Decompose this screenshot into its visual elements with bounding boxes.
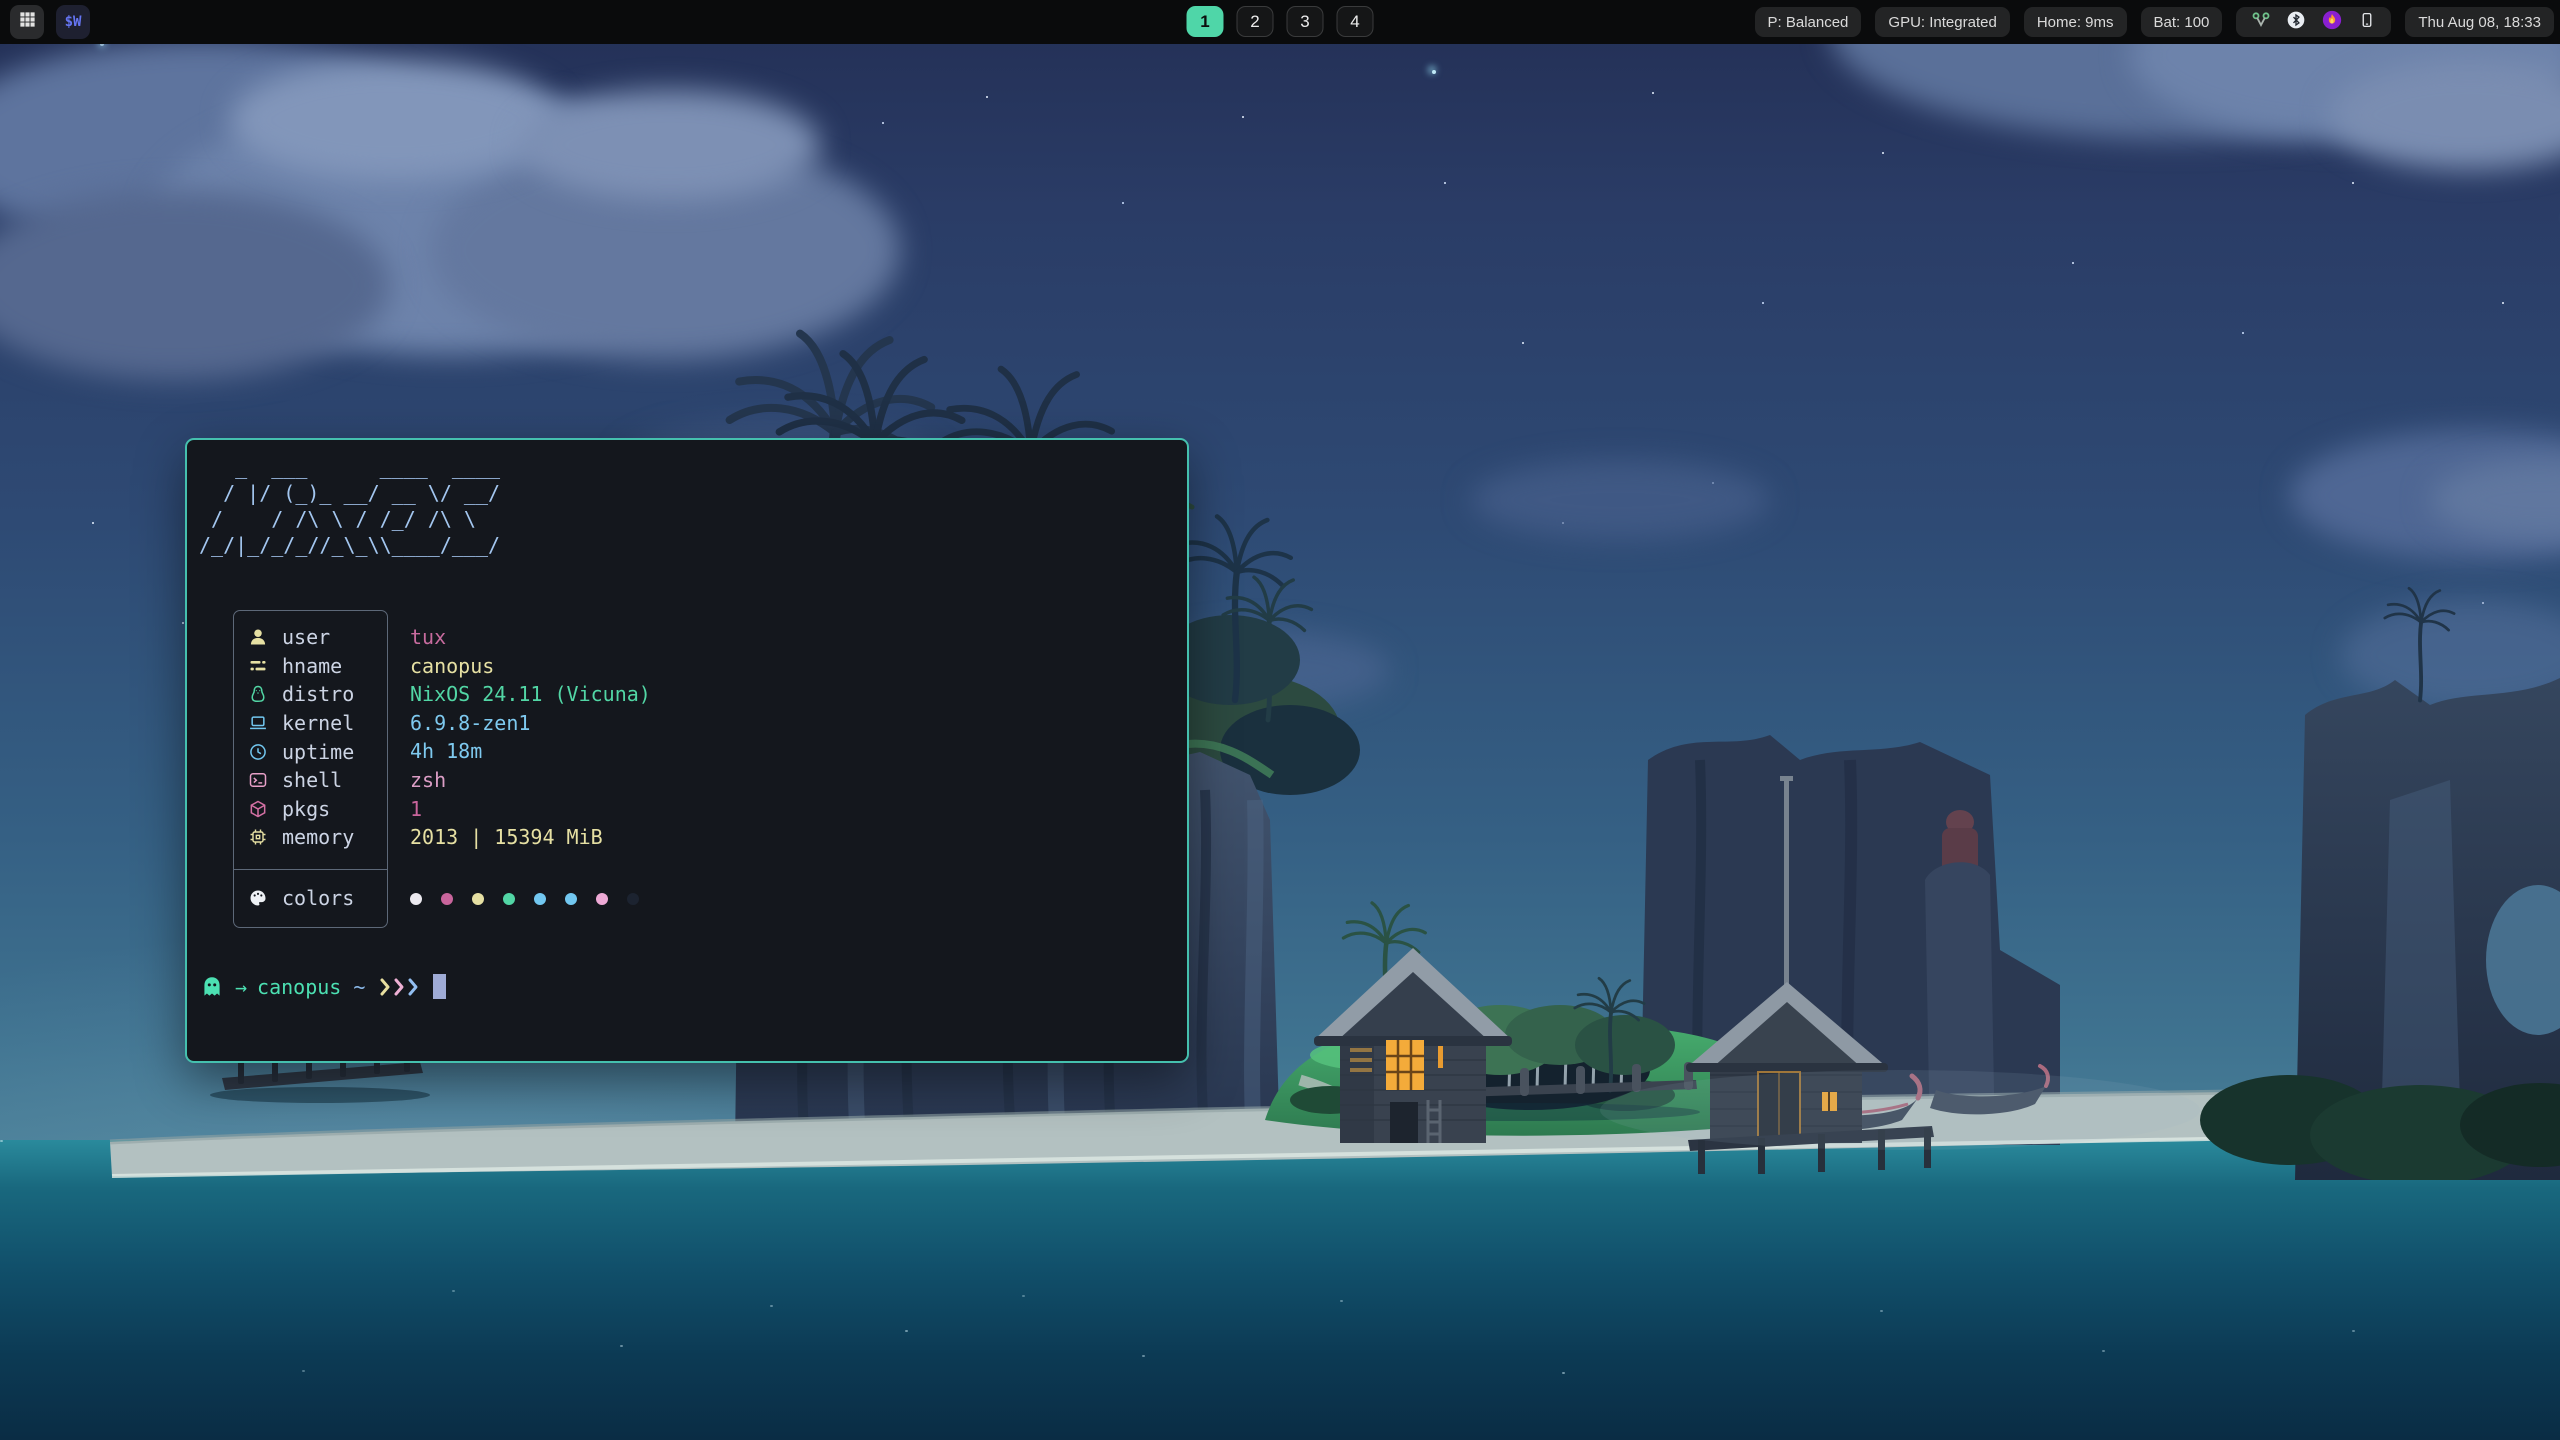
nixos-ascii-logo: _ ___ ____ ____ / |/ (_)_ __/ __ \/ __/ … [199, 454, 1187, 558]
fetch-row: user [234, 623, 387, 652]
phone-icon[interactable] [2358, 11, 2376, 33]
palette-dot [627, 893, 639, 905]
terminal-content: _ ___ ____ ____ / |/ (_)_ __/ __ \/ __/ … [187, 440, 1187, 1000]
palette-dot [534, 893, 546, 905]
terminal-cursor [433, 974, 446, 999]
workspace-1[interactable]: 1 [1187, 6, 1224, 37]
fetch-values: tux canopus NixOS 24.11 (Vicuna) 6.9.8-z… [410, 610, 658, 928]
shell-prompt[interactable]: → canopus ~ [199, 974, 1187, 1000]
ghost-icon [199, 974, 225, 1000]
palette-dot [503, 893, 515, 905]
fetch-value: 2013 | 15394 MiB [410, 823, 658, 852]
battery-pill[interactable]: Bat: 100 [2141, 7, 2223, 37]
bar-left-group: $W [10, 5, 90, 39]
app-button-label: $W [65, 14, 82, 30]
prompt-chevron [379, 975, 391, 999]
gpu-pill[interactable]: GPU: Integrated [1875, 7, 2009, 37]
shell-icon [247, 770, 269, 790]
palette-dot [441, 893, 453, 905]
clock-pill[interactable]: Thu Aug 08, 18:33 [2405, 7, 2554, 37]
fetch-row: hname [234, 652, 387, 681]
palette-dot [596, 893, 608, 905]
fetch-value: canopus [410, 652, 658, 681]
launcher-button[interactable] [10, 5, 44, 39]
fetch-row: distro [234, 680, 387, 709]
user-icon [247, 627, 269, 647]
fetch-value: NixOS 24.11 (Vicuna) [410, 680, 658, 709]
memory-icon [247, 827, 269, 847]
hut-left [1314, 948, 1512, 1143]
distro-icon [247, 684, 269, 704]
bar-right-group: P: Balanced GPU: Integrated Home: 9ms Ba… [1755, 7, 2554, 37]
workspace-switcher: 1 2 3 4 [1187, 6, 1374, 37]
flame-icon[interactable] [2321, 9, 2343, 35]
palette-dot [472, 893, 484, 905]
palette-dot [410, 893, 422, 905]
palette-dots [410, 885, 658, 914]
packages-icon [247, 799, 269, 819]
fetch-colors-row: colors [234, 870, 387, 927]
workspace-2[interactable]: 2 [1237, 6, 1274, 37]
fetch-value: tux [410, 623, 658, 652]
prompt-host: canopus [257, 975, 341, 999]
grid-icon [18, 10, 37, 34]
prompt-chevron [393, 975, 405, 999]
bluetooth-icon[interactable] [2286, 10, 2306, 34]
fetch-label-box: user hname distr [233, 610, 388, 928]
hostname-icon [247, 656, 269, 676]
fetch-value: 1 [410, 795, 658, 824]
power-profile-pill[interactable]: P: Balanced [1755, 7, 1862, 37]
network-latency-pill[interactable]: Home: 9ms [2024, 7, 2127, 37]
shore-bushes [2200, 1075, 2560, 1180]
prompt-arrow: → [235, 975, 247, 999]
workspace-4[interactable]: 4 [1337, 6, 1374, 37]
fetch-value: zsh [410, 766, 658, 795]
fetch-row: shell [234, 766, 387, 795]
fetch-row: uptime [234, 737, 387, 766]
workspace-3[interactable]: 3 [1287, 6, 1324, 37]
terminal-window[interactable]: _ ___ ____ ____ / |/ (_)_ __/ __ \/ __/ … [185, 438, 1189, 1063]
fetch-row: memory [234, 823, 387, 852]
top-bar: $W 1 2 3 4 P: Balanced GPU: Integrated H… [0, 0, 2560, 44]
app-button-sw[interactable]: $W [56, 5, 90, 39]
beach-mist [1600, 1070, 2200, 1150]
system-tray [2236, 7, 2391, 37]
fetch-panel: user hname distr [233, 610, 1187, 928]
fetch-value: 4h 18m [410, 737, 658, 766]
fetch-row: pkgs [234, 795, 387, 824]
wallpaper-ocean [0, 1140, 2560, 1440]
prompt-chevron [407, 975, 419, 999]
scissors-icon[interactable] [2251, 10, 2271, 34]
fetch-row: kernel [234, 709, 387, 738]
uptime-icon [247, 742, 269, 762]
palette-dot [565, 893, 577, 905]
palette-icon [247, 888, 269, 908]
fetch-value: 6.9.8-zen1 [410, 709, 658, 738]
prompt-path: ~ [353, 975, 365, 999]
kernel-icon [247, 713, 269, 733]
